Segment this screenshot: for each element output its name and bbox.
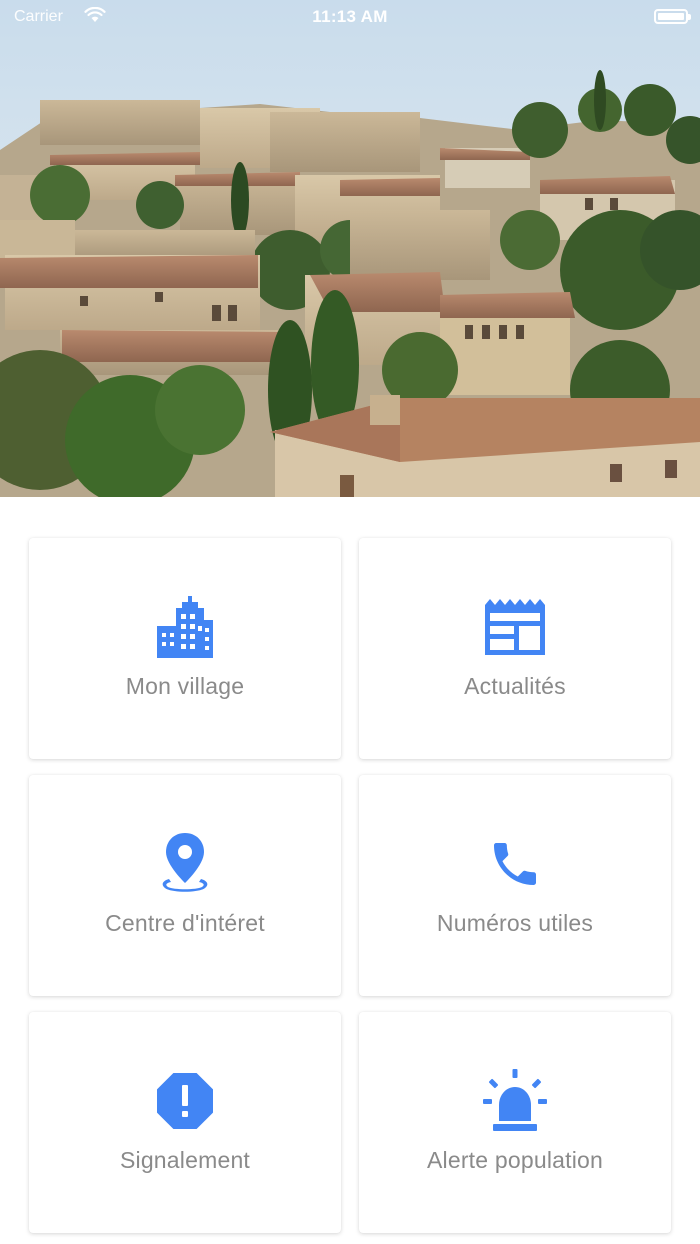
tile-mon-village[interactable]: Mon village xyxy=(29,538,341,759)
report-octagon-icon xyxy=(29,1070,341,1132)
map-pin-icon xyxy=(29,833,341,895)
hero-image: Carrier 11:13 AM xyxy=(0,0,700,497)
newspaper-icon xyxy=(359,596,671,658)
tile-signalement[interactable]: Signalement xyxy=(29,1012,341,1233)
tile-label: Actualités xyxy=(464,673,566,699)
siren-icon xyxy=(359,1069,671,1132)
status-bar: Carrier 11:13 AM xyxy=(0,0,700,36)
tile-label: Alerte population xyxy=(426,1147,604,1173)
city-buildings-icon xyxy=(29,596,341,658)
status-time: 11:13 AM xyxy=(312,7,388,26)
tile-label: Numéros utiles xyxy=(436,910,594,936)
tile-actualites[interactable]: Actualités xyxy=(359,538,671,759)
tile-label: Centre d'intéret xyxy=(105,910,265,936)
village-photo xyxy=(0,0,700,497)
battery-icon xyxy=(654,9,691,24)
tile-label: Mon village xyxy=(125,673,245,699)
tile-centre-interet[interactable]: Centre d'intéret xyxy=(29,775,341,996)
phone-icon xyxy=(359,833,671,895)
tile-numeros-utiles[interactable]: Numéros utiles xyxy=(359,775,671,996)
tile-label: Signalement xyxy=(119,1147,251,1173)
tile-alerte-population[interactable]: Alerte population xyxy=(359,1012,671,1233)
